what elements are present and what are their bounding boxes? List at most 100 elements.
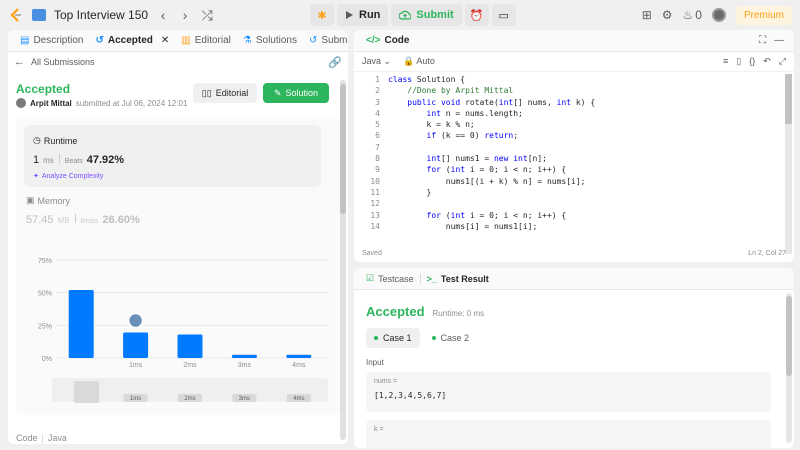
run-button[interactable]: Run: [337, 4, 389, 26]
fullscreen-icon[interactable]: ⤢: [779, 56, 786, 67]
code-line[interactable]: 2 //Done by Arpit Mittal: [354, 85, 794, 96]
submit-label: Submit: [416, 9, 454, 21]
language-select[interactable]: Java ⌄: [362, 56, 391, 67]
shuffle-icon[interactable]: ⤮: [200, 7, 214, 24]
left-tabbar: ▤ Description ↺ Accepted ✕ ▥ Editorial ⚗ Solu…: [8, 30, 348, 52]
code-line[interactable]: 9 for (int i = 0; i < n; i++) {: [354, 164, 794, 175]
bar: [231, 354, 257, 358]
line-number: 11: [370, 187, 380, 197]
solution-button[interactable]: ✎ Solution: [263, 83, 329, 103]
nums-value: [1,2,3,4,5,6,7]: [374, 391, 447, 400]
timer-button[interactable]: ⏰: [464, 4, 489, 26]
tab-test-result[interactable]: >_ Test Result: [421, 268, 495, 290]
runtime-label: Runtime: [43, 135, 78, 146]
problem-list-icon[interactable]: [32, 9, 46, 21]
expand-icon[interactable]: ⛶: [759, 35, 766, 46]
prev-problem-icon[interactable]: ‹: [156, 7, 170, 23]
y-tick-label: 50%: [38, 291, 52, 298]
case-2-tab[interactable]: Case 2: [424, 328, 478, 348]
code-line[interactable]: 4 int n = nums.length;: [354, 108, 794, 119]
arrow-left-icon: ←: [14, 56, 25, 68]
runtime-beats-label: Beats: [64, 158, 83, 165]
layout-grid-icon[interactable]: ⊞: [642, 8, 652, 22]
next-problem-icon[interactable]: ›: [178, 7, 192, 23]
runtime-card[interactable]: ◷ Runtime 1 ms Beats 47.92% ✦ Analyze Co…: [24, 125, 321, 187]
braces-icon[interactable]: {}: [749, 56, 755, 67]
left-scrollbar-thumb[interactable]: [340, 84, 346, 214]
result-tabbar: ☑ Testcase >_ Test Result: [354, 268, 794, 290]
flask-icon: ⚗: [242, 35, 252, 46]
tab-accepted[interactable]: ↺ Accepted ✕: [89, 30, 175, 52]
memory-label: Memory: [37, 195, 71, 206]
line-code: for (int i = 0; i < n; i++) {: [426, 210, 567, 220]
code-line[interactable]: 10 nums1[(i + k) % n] = nums[i];: [354, 176, 794, 187]
runtime-value-row: 1 ms Beats 47.92%: [33, 154, 124, 166]
link-icon[interactable]: 🔗: [328, 56, 342, 69]
code-line[interactable]: 12: [354, 198, 794, 209]
tab-solutions[interactable]: ⚗ Solutions: [237, 30, 303, 52]
code-line[interactable]: 1 class Solution {: [354, 74, 794, 85]
line-number: 4: [375, 108, 380, 118]
streak-flame-icon[interactable]: ♨: [683, 8, 694, 22]
saved-status: Saved: [362, 249, 382, 257]
memory-label-row[interactable]: ▣ Memory: [26, 195, 70, 206]
runtime-unit: ms: [43, 156, 54, 165]
code-line[interactable]: 8 int[] nums1 = new int[n];: [354, 153, 794, 164]
author-name[interactable]: Arpit Mittal: [30, 99, 72, 108]
analyze-complexity-link[interactable]: ✦ Analyze Complexity: [33, 172, 103, 181]
code-line[interactable]: 13 for (int i = 0; i < n; i++) {: [354, 210, 794, 221]
k-input-box: k =: [366, 420, 771, 448]
format-icon[interactable]: ≡: [723, 56, 728, 67]
author-avatar[interactable]: [16, 98, 26, 108]
code-line[interactable]: 7: [354, 142, 794, 153]
line-code: public void rotate(int[] nums, int k) {: [407, 97, 596, 107]
notes-button[interactable]: ▭: [491, 4, 516, 26]
editorial-button[interactable]: ▯▯ Editorial: [193, 83, 257, 103]
tab-testcase[interactable]: ☑ Testcase: [360, 268, 420, 290]
line-number: 9: [375, 165, 380, 175]
line-number: 3: [375, 97, 380, 107]
close-tab-icon[interactable]: ✕: [161, 35, 169, 46]
runtime-distribution-chart[interactable]: 0% 25% 50% 75% 1ms 2ms 3ms 4ms 1ms 2ms 3ms 4ms: [16, 257, 340, 415]
minimize-icon[interactable]: —: [774, 35, 784, 46]
bar: [68, 290, 94, 358]
case-1-tab[interactable]: Case 1: [366, 328, 420, 348]
y-tick-label: 0%: [42, 356, 52, 363]
premium-button[interactable]: Premium: [735, 5, 792, 25]
editor-scrollbar-thumb[interactable]: [785, 74, 792, 124]
leetcode-logo[interactable]: [8, 7, 24, 23]
debug-button[interactable]: ✱: [310, 4, 334, 26]
code-line[interactable]: 5 k = k % n;: [354, 119, 794, 130]
code-line[interactable]: 3 public void rotate(int[] nums, int k) …: [354, 97, 794, 108]
tab-description[interactable]: ▤ Description: [14, 30, 89, 52]
problem-list-title[interactable]: Top Interview 150: [54, 8, 148, 22]
x-tick-label: 4ms: [292, 362, 306, 369]
result-scrollbar-thumb[interactable]: [786, 296, 792, 376]
tab-editorial[interactable]: ▥ Editorial: [175, 30, 237, 52]
result-runtime: Runtime: 0 ms: [432, 309, 485, 318]
user-avatar[interactable]: [711, 8, 726, 22]
submit-button[interactable]: Submit: [391, 4, 462, 26]
line-number: 10: [370, 176, 380, 186]
tab-submissions[interactable]: ↺Submissions: [303, 30, 348, 52]
all-submissions-link[interactable]: ← All Submissions: [14, 56, 95, 68]
code-line[interactable]: 11 }: [354, 187, 794, 198]
undo-icon[interactable]: ↶: [763, 56, 771, 67]
nums-input-box: nums = [1,2,3,4,5,6,7]: [366, 372, 771, 412]
code-line[interactable]: 14 nums[i] = nums1[i];: [354, 221, 794, 232]
submission-status: Accepted: [16, 82, 71, 96]
settings-icon[interactable]: ⚙: [662, 8, 673, 22]
result-status-row: Accepted Runtime: 0 ms: [366, 304, 484, 319]
code-line[interactable]: 6 if (k == 0) return;: [354, 130, 794, 141]
lock-icon: 🔒: [403, 56, 415, 66]
auto-mode-toggle[interactable]: 🔒 Auto: [403, 56, 435, 67]
code-area[interactable]: 1 class Solution {2 //Done by Arpit Mitta…: [354, 74, 794, 232]
result-status: Accepted: [366, 304, 425, 319]
tab-code[interactable]: </> Code: [360, 30, 415, 52]
line-code: nums[i] = nums1[i];: [388, 221, 538, 231]
selector-label: 2ms: [184, 396, 195, 402]
bookmark-icon[interactable]: ▯: [736, 56, 741, 67]
y-tick-label: 25%: [38, 323, 52, 330]
edit-icon: ✎: [273, 87, 282, 98]
